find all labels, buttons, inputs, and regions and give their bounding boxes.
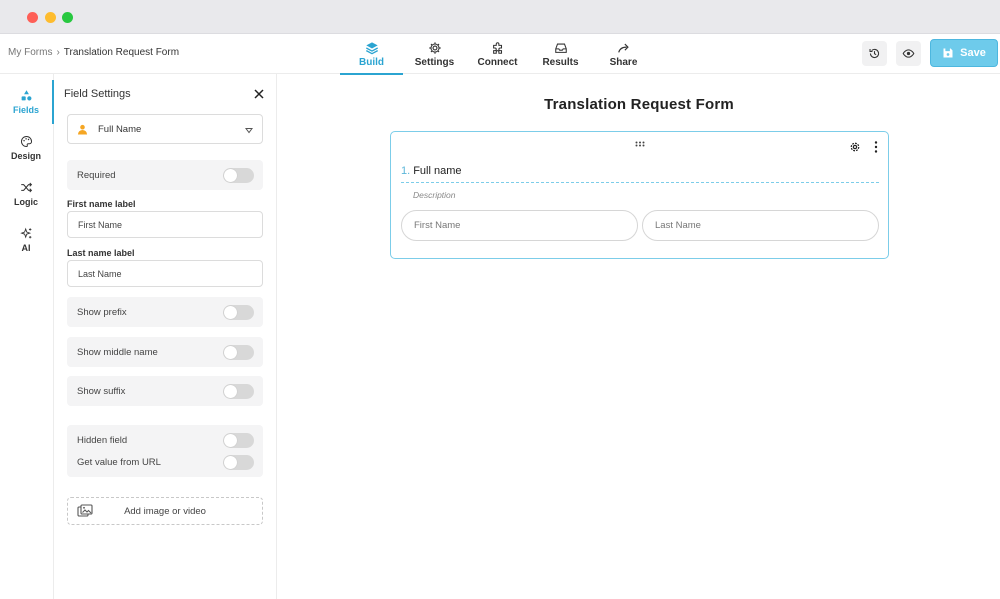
- puzzle-icon: [492, 41, 502, 54]
- hidden-field-label: Hidden field: [77, 434, 128, 446]
- question-title[interactable]: 1. Full name: [401, 165, 879, 183]
- person-icon: [77, 124, 88, 135]
- last-name-input[interactable]: Last Name: [642, 210, 879, 241]
- shuffle-icon: [20, 182, 32, 193]
- last-name-label-input[interactable]: Last Name: [67, 260, 263, 287]
- gear-icon: [428, 41, 441, 54]
- required-toggle[interactable]: [223, 168, 254, 183]
- rail-item-fields[interactable]: Fields: [0, 80, 54, 124]
- window-titlebar: [0, 0, 1000, 34]
- get-value-url-label: Get value from URL: [77, 456, 161, 468]
- share-arrow-icon: [617, 43, 629, 53]
- show-suffix-label: Show suffix: [77, 385, 126, 397]
- tab-connect[interactable]: Connect: [466, 34, 529, 74]
- window-close-button[interactable]: [27, 12, 38, 23]
- save-button-label: Save: [960, 47, 986, 59]
- more-vertical-icon[interactable]: [874, 141, 878, 153]
- breadcrumb-my-forms[interactable]: My Forms: [8, 47, 52, 58]
- show-prefix-label: Show prefix: [77, 306, 127, 318]
- show-prefix-toggle[interactable]: [223, 305, 254, 320]
- required-label: Required: [77, 169, 116, 181]
- window-maximize-button[interactable]: [62, 12, 73, 23]
- eye-icon: [902, 49, 915, 58]
- floppy-disk-icon: [943, 48, 953, 58]
- get-value-url-toggle[interactable]: [223, 455, 254, 470]
- drag-handle-icon[interactable]: [635, 141, 645, 147]
- chevron-down-icon: [245, 128, 253, 134]
- show-prefix-line: Show prefix: [67, 301, 263, 323]
- field-type-select[interactable]: Full Name: [67, 114, 263, 144]
- full-name-field-card[interactable]: 1. Full name Description First Name Last …: [390, 131, 889, 259]
- question-title-text: Full name: [413, 165, 462, 177]
- tab-settings[interactable]: Settings: [403, 34, 466, 74]
- hidden-field-toggle[interactable]: [223, 433, 254, 448]
- history-icon: [869, 48, 880, 59]
- question-description[interactable]: Description: [413, 190, 456, 200]
- gear-icon[interactable]: [849, 141, 861, 153]
- show-middle-name-line: Show middle name: [67, 341, 263, 363]
- tab-share-label: Share: [609, 56, 638, 68]
- window-minimize-button[interactable]: [45, 12, 56, 23]
- field-type-value: Full Name: [98, 123, 142, 135]
- form-title[interactable]: Translation Request Form: [278, 96, 1000, 113]
- tab-build-label: Build: [359, 56, 384, 68]
- main-nav-tabs: Build Settings Connect Results Share: [340, 34, 655, 75]
- tab-share[interactable]: Share: [592, 34, 655, 74]
- breadcrumb-separator: ›: [56, 47, 60, 58]
- palette-icon: [20, 135, 32, 148]
- history-button[interactable]: [862, 41, 887, 66]
- close-icon[interactable]: [253, 88, 265, 100]
- add-media-button[interactable]: Add image or video: [67, 497, 263, 525]
- first-name-label-title: First name label: [67, 199, 136, 209]
- layers-icon: [365, 41, 378, 54]
- preview-button[interactable]: [896, 41, 921, 66]
- tab-results[interactable]: Results: [529, 34, 592, 74]
- tab-results-label: Results: [542, 56, 579, 68]
- breadcrumb-current: Translation Request Form: [63, 47, 180, 58]
- show-suffix-row: Show suffix: [67, 376, 263, 406]
- rail-item-ai-label: AI: [21, 243, 31, 253]
- tab-settings-label: Settings: [414, 56, 455, 68]
- image-video-icon: [77, 504, 93, 517]
- shapes-icon: [21, 90, 31, 101]
- rail-item-logic[interactable]: Logic: [0, 172, 52, 216]
- required-row: Required: [67, 160, 263, 190]
- show-suffix-toggle[interactable]: [223, 384, 254, 399]
- show-middle-name-toggle[interactable]: [223, 345, 254, 360]
- last-name-label-title: Last name label: [67, 248, 135, 258]
- inbox-icon: [554, 43, 567, 53]
- get-value-url-line: Get value from URL: [67, 451, 263, 473]
- field-settings-panel: Field Settings Full Name Required First …: [54, 74, 277, 599]
- hidden-field-line: Hidden field: [67, 429, 263, 451]
- tab-connect-label: Connect: [477, 56, 518, 68]
- show-prefix-row: Show prefix: [67, 297, 263, 327]
- visibility-options-row: Hidden field Get value from URL: [67, 425, 263, 477]
- breadcrumb: My Forms › Translation Request Form: [8, 47, 179, 58]
- question-number: 1.: [401, 165, 411, 177]
- rail-item-ai[interactable]: AI: [0, 218, 52, 262]
- top-bar: My Forms › Translation Request Form Buil…: [0, 34, 1000, 75]
- save-button[interactable]: Save: [930, 39, 998, 67]
- show-suffix-line: Show suffix: [67, 380, 263, 402]
- sparkle-icon: [19, 227, 31, 239]
- rail-item-design[interactable]: Design: [0, 126, 52, 170]
- show-middle-name-label: Show middle name: [77, 346, 158, 358]
- rail-item-fields-label: Fields: [12, 105, 39, 115]
- add-media-label: Add image or video: [124, 505, 206, 517]
- left-rail: Fields Design Logic AI: [0, 74, 54, 599]
- rail-item-design-label: Design: [10, 151, 41, 161]
- first-name-label-input[interactable]: First Name: [67, 211, 263, 238]
- panel-title: Field Settings: [64, 88, 131, 100]
- required-line: Required: [67, 164, 263, 186]
- tab-build[interactable]: Build: [340, 34, 403, 75]
- rail-item-logic-label: Logic: [14, 197, 38, 207]
- first-name-input[interactable]: First Name: [401, 210, 638, 241]
- show-middle-name-row: Show middle name: [67, 337, 263, 367]
